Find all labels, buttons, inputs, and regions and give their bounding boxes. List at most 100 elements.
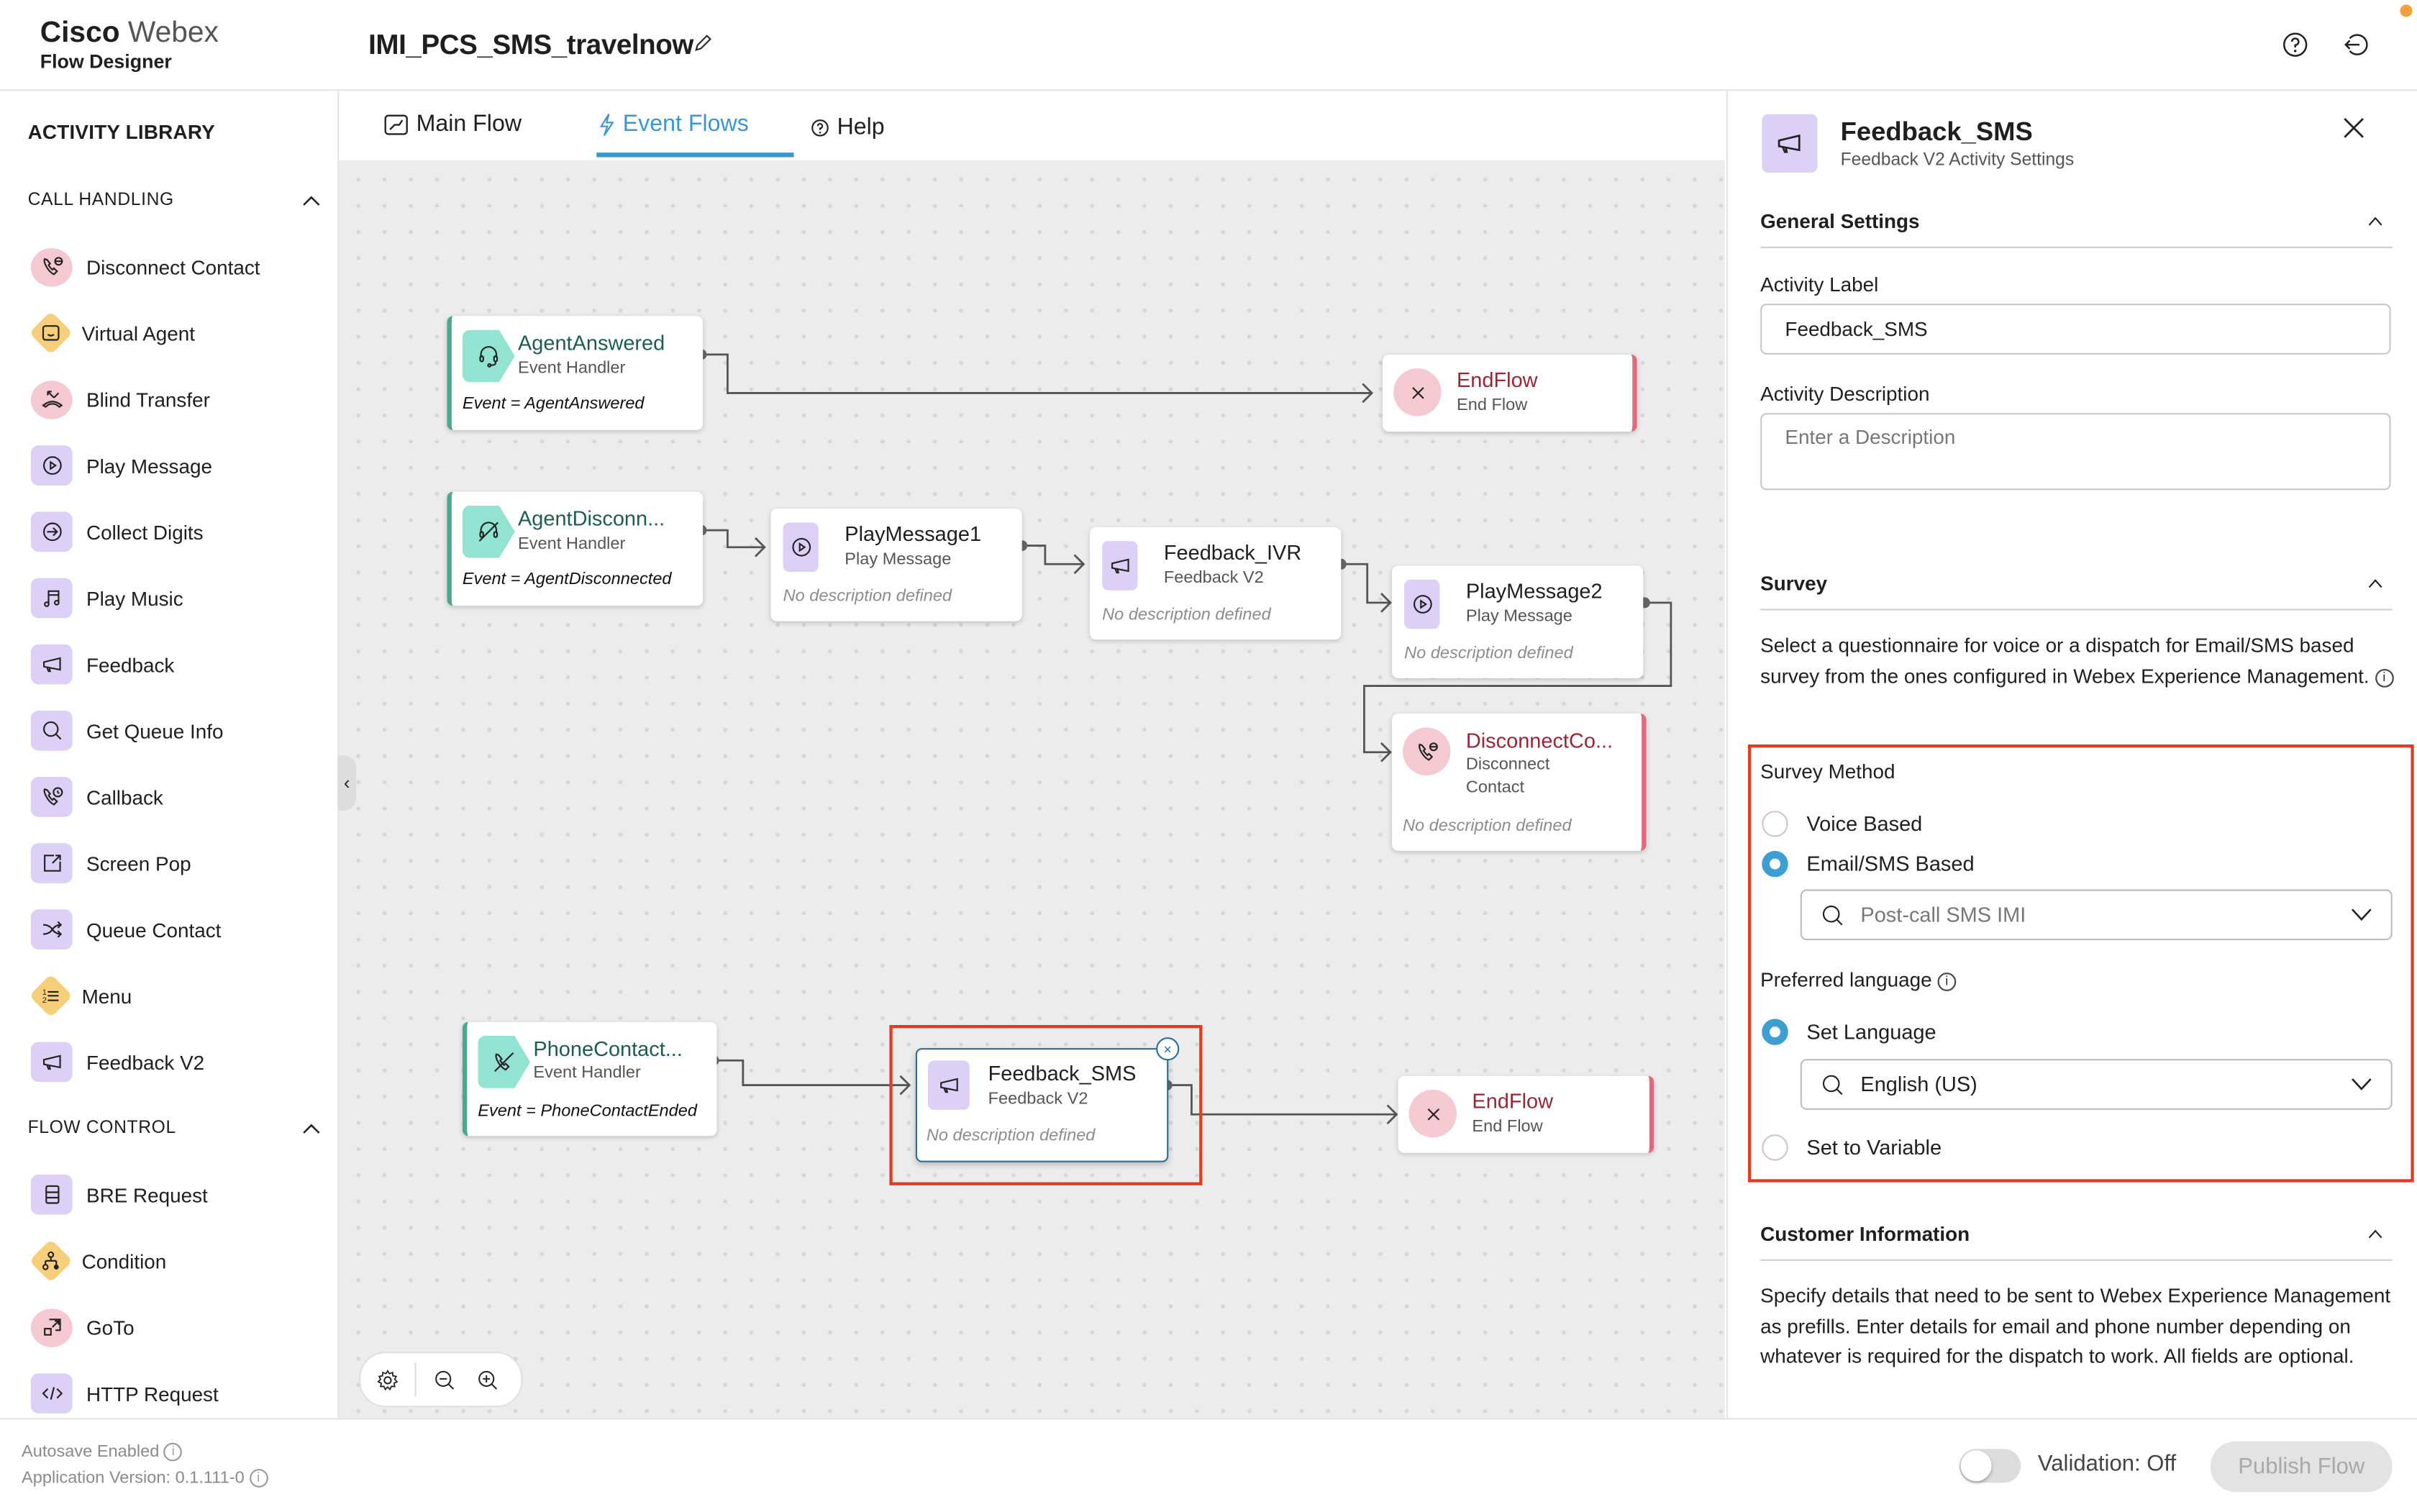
library-item-blind-transfer[interactable]: Blind Transfer [30,376,324,422]
library-item-feedback[interactable]: Feedback [30,641,324,687]
play-message-icon [783,522,819,572]
section-call-handling-title[interactable]: CALL HANDLING [28,191,174,210]
pencil-edit-icon[interactable] [692,32,714,54]
node-playmessage2[interactable]: PlayMessage2 Play Message No description… [1391,565,1644,678]
library-item-play-music[interactable]: Play Music [30,575,324,621]
tab-label: Main Flow [416,111,522,137]
select-value: English (US) [1860,1072,1977,1096]
autosave-text: Autosave Enabled [22,1442,160,1462]
survey-method-label: Survey Method [1760,760,1895,783]
exit-icon[interactable] [2341,31,2370,59]
library-item-http-request[interactable]: HTTP Request [30,1370,324,1416]
node-title: AgentAnswered [518,331,665,355]
delete-node-button[interactable]: × [1156,1037,1180,1061]
library-item-label: GoTo [86,1315,135,1339]
tab-label: Help [837,114,885,140]
autosave-status: Autosave Enabled i [22,1442,183,1462]
library-item-get-queue-info[interactable]: Get Queue Info [30,708,324,754]
node-endflow-2[interactable]: EndFlow End Flow [1398,1075,1654,1153]
radio-email-sms-based[interactable]: Email/SMS Based [1762,850,1975,878]
close-panel-icon[interactable] [2340,114,2368,142]
node-title: PhoneContact... [533,1037,683,1061]
database-icon [30,1174,73,1215]
tab-main-flow[interactable]: Main Flow [384,111,522,137]
survey-description: Select a questionnaire for voice or a di… [1760,630,2395,691]
library-item-goto[interactable]: GoTo [30,1304,324,1350]
activity-description-textarea[interactable]: Enter a Description [1760,413,2391,491]
radio-label: Set Language [1806,1020,1936,1044]
flow-name-title: IMI_PCS_SMS_travelnow [368,29,694,60]
node-endflow-1[interactable]: EndFlow End Flow [1383,354,1637,432]
canvas-settings-button[interactable] [365,1358,409,1401]
accordion-survey[interactable]: Survey [1760,563,2393,611]
lightning-icon [599,112,614,136]
node-feedback-ivr[interactable]: Feedback_IVR Feedback V2 No description … [1090,527,1342,640]
help-icon[interactable] [2281,31,2309,59]
library-item-callback[interactable]: Callback [30,774,324,820]
headset-off-icon [462,505,515,558]
accordion-customer-information[interactable]: Customer Information [1760,1213,2393,1261]
input-value: Feedback_SMS [1785,317,1928,341]
library-item-virtual-agent[interactable]: Virtual Agent [31,310,324,356]
collapse-sidebar-handle[interactable]: ‹ [337,755,356,811]
radio-label: Email/SMS Based [1806,852,1975,876]
tab-event-flows[interactable]: Event Flows [598,111,749,137]
zoom-out-button[interactable] [422,1358,465,1401]
node-agent-disconnected[interactable]: AgentDisconn... Event Handler Event = Ag… [447,491,704,606]
accordion-general-settings[interactable]: General Settings [1760,201,2393,248]
info-icon[interactable]: i [2375,668,2394,688]
node-disconnect-contact[interactable]: DisconnectCo... Disconnect Contact No de… [1391,714,1647,851]
megaphone-icon [30,1042,73,1083]
close-x-icon [1408,1090,1457,1138]
megaphone-icon [1102,541,1138,591]
chevron-up-icon [2368,1229,2382,1239]
dispatch-select[interactable]: Post-call SMS IMI [1800,889,2393,941]
activity-label-input[interactable]: Feedback_SMS [1760,304,2391,355]
chevron-up-icon[interactable] [302,194,321,206]
select-value: Post-call SMS IMI [1860,903,2026,926]
megaphone-icon [30,644,73,685]
validation-toggle[interactable] [1959,1449,2021,1483]
node-phone-contact-ended[interactable]: PhoneContact... Event Handler Event = Ph… [462,1021,717,1137]
node-title: AgentDisconn... [518,507,665,531]
tab-help[interactable]: Help [811,114,885,140]
library-item-screen-pop[interactable]: Screen Pop [30,840,324,886]
close-x-icon [1393,368,1442,416]
node-feedback-sms[interactable]: Feedback_SMS Feedback V2 No description … [915,1048,1169,1162]
search-icon [30,710,73,751]
info-icon[interactable]: i [1937,973,1957,991]
node-agent-answered[interactable]: AgentAnswered Event Handler Event = Agen… [447,316,704,430]
library-item-label: Disconnect Contact [86,255,260,278]
code-icon [30,1373,73,1413]
node-playmessage1[interactable]: PlayMessage1 Play Message No description… [770,509,1022,621]
chevron-up-icon[interactable] [302,1122,321,1134]
radio-button-selected[interactable] [1762,850,1788,878]
library-item-label: Virtual Agent [81,321,196,345]
radio-set-to-variable[interactable]: Set to Variable [1762,1134,1942,1161]
node-description: No description defined [926,1126,1096,1146]
accordion-title: Survey [1760,572,1828,596]
radio-set-language[interactable]: Set Language [1762,1019,1936,1045]
radio-button-selected[interactable] [1762,1019,1788,1045]
info-icon[interactable]: i [249,1469,268,1488]
radio-button[interactable] [1762,811,1788,837]
library-item-disconnect-contact[interactable]: Disconnect Contact [30,244,324,290]
activity-library-sidebar: ACTIVITY LIBRARY CALL HANDLING Disconnec… [0,91,340,1418]
publish-flow-button[interactable]: Publish Flow [2210,1441,2393,1493]
goto-icon [30,1308,73,1347]
section-flow-control-title[interactable]: FLOW CONTROL [28,1119,176,1138]
library-item-bre-request[interactable]: BRE Request [30,1172,324,1218]
library-item-condition[interactable]: Condition [31,1238,324,1284]
radio-voice-based[interactable]: Voice Based [1762,811,1922,837]
info-icon[interactable]: i [163,1442,183,1462]
radio-button[interactable] [1762,1134,1788,1161]
library-item-play-message[interactable]: Play Message [30,442,324,488]
language-select[interactable]: English (US) [1800,1059,2393,1110]
numbered-list-icon: 12 [26,975,76,1016]
library-item-menu[interactable]: 12 Menu [31,973,324,1019]
zoom-in-button[interactable] [465,1358,509,1401]
library-item-feedback-v2[interactable]: Feedback V2 [30,1039,324,1085]
library-item-queue-contact[interactable]: Queue Contact [30,906,324,952]
library-item-collect-digits[interactable]: Collect Digits [30,509,324,555]
node-type: End Flow [1472,1117,1543,1137]
